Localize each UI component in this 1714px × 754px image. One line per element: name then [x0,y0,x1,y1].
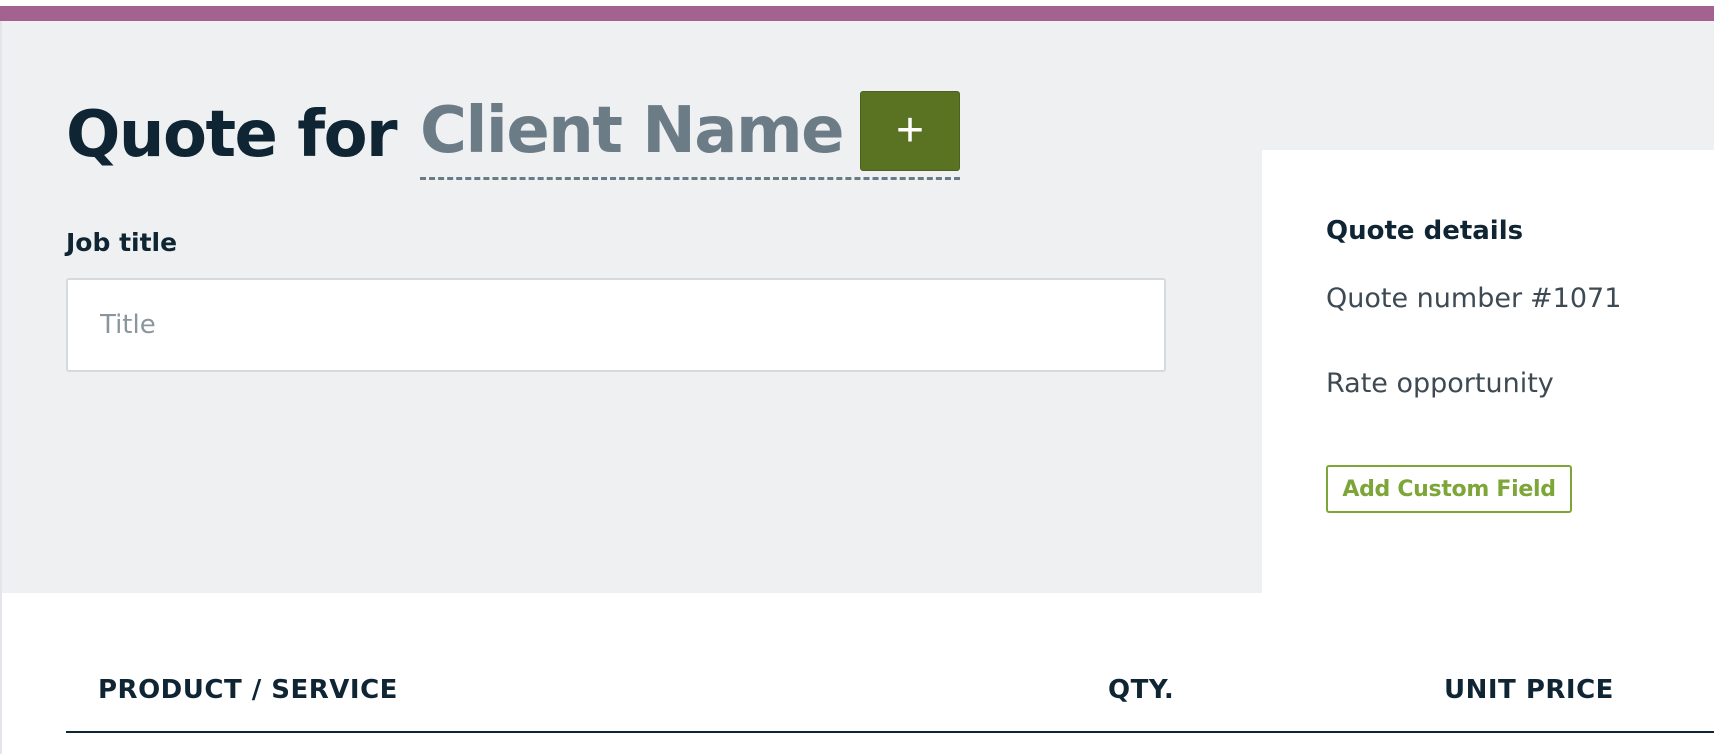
rate-opportunity[interactable]: Rate opportunity [1326,368,1554,399]
column-header-unit-price: UNIT PRICE [1444,675,1614,705]
quote-details-heading: Quote details [1326,216,1524,246]
quote-details-panel: Quote details Quote number #1071 Rate op… [1262,150,1714,593]
accent-bar [0,6,1714,21]
quote-number: Quote number #1071 [1326,283,1621,314]
add-client-button[interactable]: + [860,91,961,171]
page-title: Quote for [66,85,398,185]
line-items-header: PRODUCT / SERVICE QTY. UNIT PRICE [66,675,1714,733]
quote-title-prefix: Quote for [66,98,398,172]
column-header-product-service: PRODUCT / SERVICE [98,675,398,705]
plus-icon: + [896,104,925,157]
client-selector[interactable]: Client Name + [420,85,961,180]
job-title-input[interactable] [66,278,1166,372]
job-title-label: Job title [66,228,178,257]
quote-number-value: #1071 [1530,283,1622,314]
client-name-placeholder[interactable]: Client Name [420,99,845,163]
quote-number-label: Quote number [1326,283,1523,314]
column-header-qty: QTY. [1108,675,1175,705]
add-custom-field-button[interactable]: Add Custom Field [1326,465,1572,513]
